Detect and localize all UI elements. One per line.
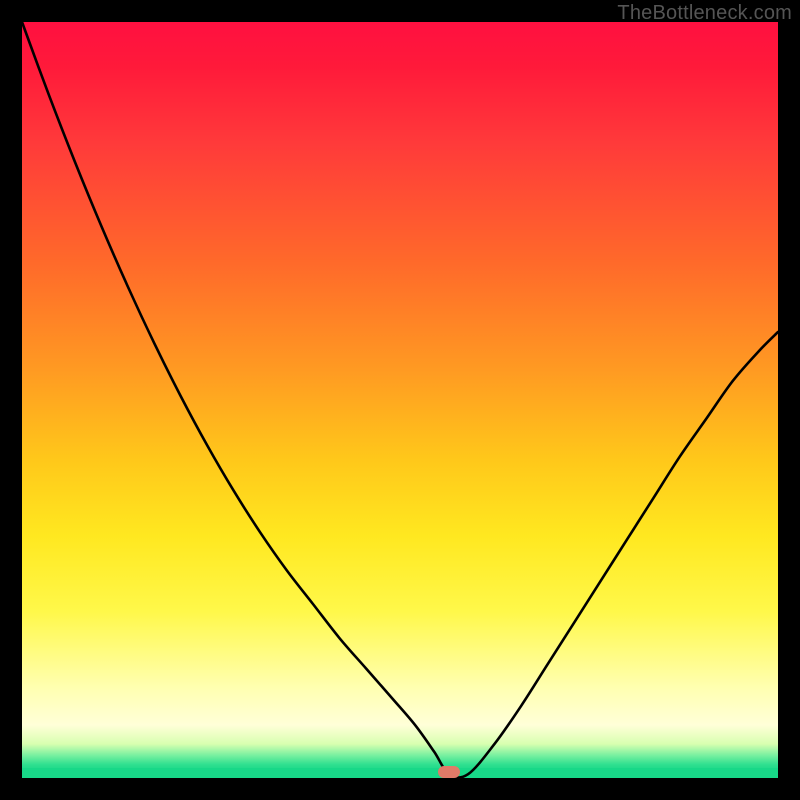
curve-path [22,22,778,778]
bottleneck-curve [22,22,778,778]
chart-frame: TheBottleneck.com [0,0,800,800]
plot-area [22,22,778,778]
optimal-marker [438,766,460,778]
